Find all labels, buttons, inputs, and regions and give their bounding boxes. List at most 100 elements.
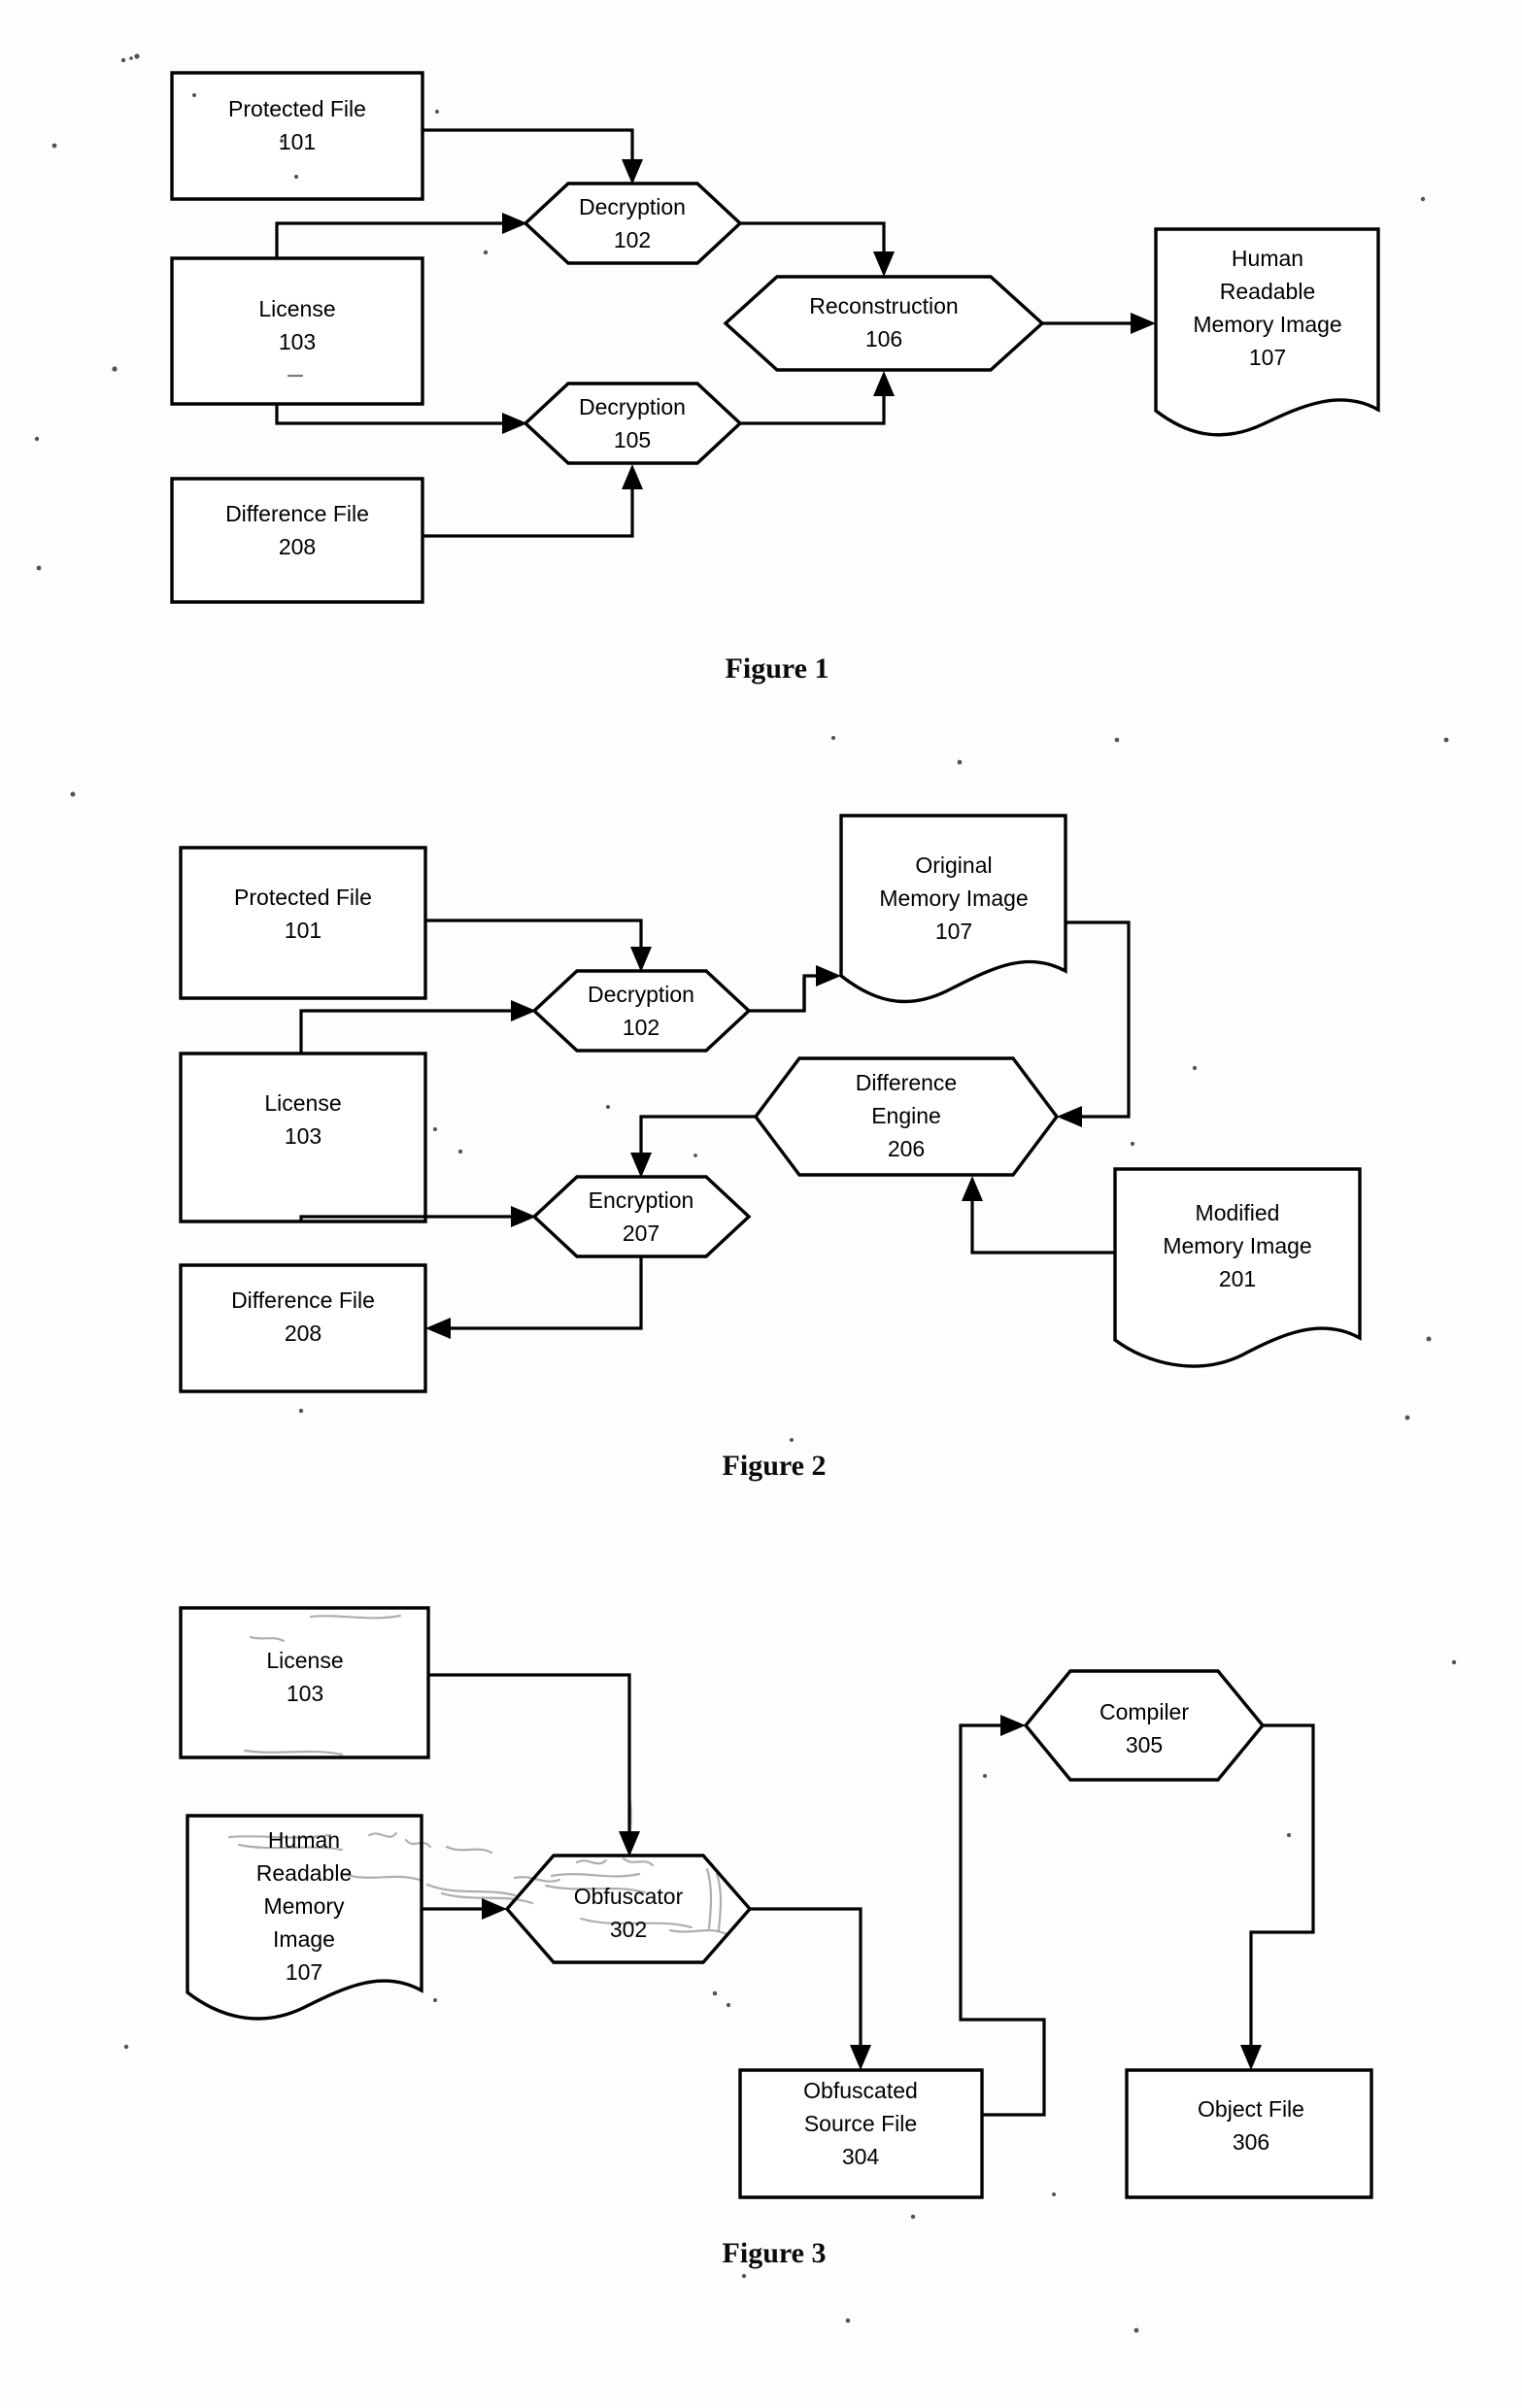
node-f2-modified-memory-image-201[interactable]: Modified Memory Image 201: [1113, 1167, 1362, 1368]
edge-path: [423, 128, 634, 173]
node-f2-original-memory-image-107[interactable]: Original Memory Image 107: [839, 814, 1067, 1004]
node-f3-license-103[interactable]: License 103: [179, 1606, 430, 1759]
license-103-label-line2: 103: [279, 329, 316, 354]
edge-license-to-decryption-102: [275, 213, 527, 258]
arrow-up-icon: [622, 464, 643, 489]
figure-2-caption: Figure 2: [723, 1450, 827, 1482]
arrow-right-icon: [482, 1898, 507, 1920]
edge-f2-modified-memory-to-difference-engine: [962, 1176, 1115, 1254]
human-readable-107-label-line4: 107: [1249, 345, 1286, 370]
f3-license-103-label-line2: 103: [287, 1681, 323, 1706]
figures-canvas: Protected File 101 License 103 Differenc…: [34, 53, 1457, 2333]
f2-license-103-label-line1: License: [264, 1090, 341, 1116]
arrow-down-icon: [619, 1831, 640, 1856]
edge-path: [275, 221, 514, 258]
node-f3-object-file-306[interactable]: Object File 306: [1125, 2068, 1373, 2199]
f3-compiler-305-label-line2: 305: [1126, 1732, 1163, 1757]
f2-difference-file-208-label-line2: 208: [285, 1321, 321, 1346]
f2-original-memory-107-label-line3: 107: [935, 919, 972, 944]
edge-path: [639, 1115, 756, 1166]
edge-path: [970, 1187, 1115, 1254]
node-license-103[interactable]: License 103: [170, 256, 424, 406]
edge-path: [275, 404, 514, 425]
f2-encryption-207-label-line1: Encryption: [589, 1187, 694, 1213]
edge-f2-difference-engine-to-encryption-207: [630, 1115, 756, 1178]
edge-path: [439, 1256, 643, 1330]
f3-human-readable-107-label-line5: 107: [286, 1959, 322, 1985]
node-difference-file-208[interactable]: Difference File 208: [170, 477, 424, 604]
f3-object-file-306-label-line1: Object File: [1198, 2096, 1304, 2122]
node-f3-compiler-305[interactable]: Compiler 305: [1023, 1669, 1266, 1782]
edge-path: [428, 1673, 631, 1845]
arrow-right-icon: [511, 1000, 536, 1021]
edge-f2-decryption-102-to-original-memory: [749, 965, 841, 1013]
node-f3-human-readable-memory-image-107[interactable]: Human Readable Memory Image 107: [186, 1814, 423, 2021]
edge-protected-file-to-decryption-102: [423, 128, 643, 184]
f2-modified-memory-201-label-line1: Modified: [1196, 1200, 1280, 1225]
arrow-down-icon: [873, 251, 895, 277]
edge-path-seg1: [749, 978, 806, 1013]
node-f2-difference-engine-206[interactable]: Difference Engine 206: [753, 1056, 1060, 1177]
edge-f2-license-to-decryption-102: [299, 1000, 536, 1054]
edge-path: [740, 221, 886, 265]
f3-obfuscator-302-label-line1: Obfuscator: [574, 1884, 684, 1909]
node-decryption-102[interactable]: Decryption 102: [523, 182, 743, 265]
reconstruction-106-label-line1: Reconstruction: [809, 293, 958, 318]
human-readable-107-label-line1: Human: [1232, 246, 1303, 271]
figure-1-group: Protected File 101 License 103 Differenc…: [170, 71, 1380, 685]
node-human-readable-memory-image-107[interactable]: Human Readable Memory Image 107: [1154, 227, 1380, 437]
node-f2-decryption-102[interactable]: Decryption 102: [531, 969, 752, 1053]
edge-path: [959, 1723, 1046, 2117]
reconstruction-106-label-line2: 106: [865, 326, 902, 351]
patent-drawing-sheet: Protected File 101 License 103 Differenc…: [0, 0, 1522, 2408]
node-f2-difference-file-208[interactable]: Difference File 208: [179, 1263, 427, 1393]
node-f2-license-103[interactable]: License 103: [179, 1052, 427, 1223]
reconstruction-106-shape: [723, 275, 1045, 372]
edge-difference-file-to-decryption-105: [423, 464, 643, 538]
edge-license-to-decryption-105: [275, 404, 527, 434]
node-f3-obfuscated-source-file-304[interactable]: Obfuscated Source File 304: [738, 2068, 984, 2199]
f2-original-memory-107-label-line1: Original: [915, 853, 992, 878]
protected-file-101-label-line2: 101: [279, 129, 316, 154]
arrow-down-icon: [1240, 2045, 1262, 2070]
arrow-down-icon: [622, 159, 643, 184]
f2-difference-engine-206-label-line2: Engine: [871, 1103, 941, 1128]
edge-f2-protected-file-to-decryption-102: [425, 919, 652, 972]
edge-path: [425, 919, 643, 960]
arrow-down-icon: [630, 1153, 652, 1178]
f3-obfuscated-source-304-label-line3: 304: [842, 2144, 880, 2169]
difference-file-208-label-line1: Difference File: [225, 501, 369, 526]
arrow-right-icon: [816, 965, 841, 987]
figure-1-caption: Figure 1: [726, 652, 829, 685]
arrow-right-icon: [1131, 313, 1156, 334]
f2-encryption-207-label-line2: 207: [623, 1221, 660, 1246]
decryption-105-label-line1: Decryption: [579, 394, 686, 419]
f3-obfuscated-source-304-label-line1: Obfuscated: [803, 2078, 918, 2103]
f2-original-memory-107-label-line2: Memory Image: [879, 886, 1028, 911]
edge-path: [750, 1907, 862, 2058]
node-reconstruction-106[interactable]: Reconstruction 106: [723, 275, 1045, 372]
arrow-right-icon: [502, 413, 527, 434]
f2-difference-engine-206-label-line3: 206: [888, 1136, 925, 1161]
f2-decryption-102-label-line1: Decryption: [588, 982, 694, 1007]
f2-difference-file-208-label-line1: Difference File: [231, 1288, 375, 1313]
edge-f3-license-to-obfuscator: [428, 1673, 640, 1856]
node-f3-obfuscator-302[interactable]: Obfuscator 302: [504, 1854, 753, 1964]
arrow-up-icon: [962, 1176, 983, 1201]
node-protected-file-101[interactable]: Protected File 101: [170, 71, 424, 201]
node-decryption-105[interactable]: Decryption 105: [523, 382, 743, 465]
edge-f2-original-memory-to-difference-engine: [1057, 920, 1131, 1127]
figure-3-group: License 103 Human Readable Memory Image …: [179, 1606, 1373, 2269]
arrow-up-icon: [873, 371, 895, 396]
decryption-105-label-line2: 105: [614, 427, 651, 452]
f2-decryption-102-label-line2: 102: [623, 1015, 660, 1040]
node-f2-protected-file-101[interactable]: Protected File 101: [179, 846, 427, 1000]
f3-human-readable-107-label-line3: Memory: [263, 1893, 345, 1919]
edge-path: [423, 476, 634, 538]
decryption-102-label-line1: Decryption: [579, 194, 686, 219]
f3-compiler-305-shape: [1023, 1669, 1266, 1782]
protected-file-101-label-line1: Protected File: [228, 96, 366, 121]
node-f2-encryption-207[interactable]: Encryption 207: [531, 1175, 752, 1258]
f2-protected-file-101-label-line2: 101: [285, 918, 321, 943]
edge-path: [1065, 920, 1131, 1119]
